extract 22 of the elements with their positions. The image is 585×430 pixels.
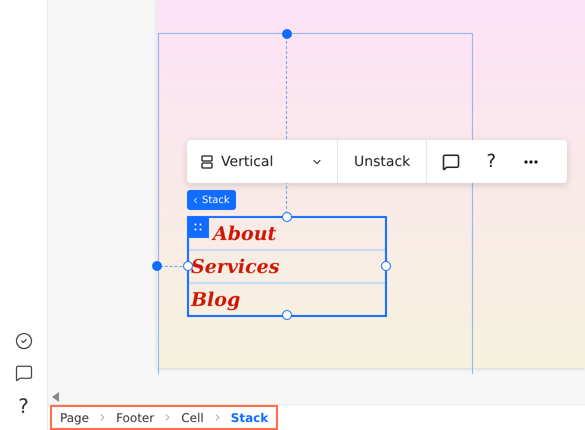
breadcrumb-link[interactable]: Footer xyxy=(116,410,154,424)
comment-icon[interactable] xyxy=(14,364,32,382)
scroll-left-icon[interactable] xyxy=(52,392,60,402)
drag-handle[interactable] xyxy=(187,216,209,238)
resize-handle[interactable] xyxy=(152,261,162,271)
layout-icon xyxy=(201,154,213,168)
breadcrumb-link[interactable]: Page xyxy=(60,410,90,424)
breadcrumb-link[interactable]: Cell xyxy=(181,410,204,424)
more-icon xyxy=(524,160,538,164)
stack-item: Services xyxy=(191,256,280,278)
help-icon[interactable]: ? xyxy=(18,396,29,416)
grip-icon xyxy=(194,223,202,231)
comment-icon xyxy=(442,152,460,170)
unstack-button[interactable]: Unstack xyxy=(338,154,426,170)
stack-item: Blog xyxy=(191,288,240,310)
chevron-icon xyxy=(191,196,200,204)
check-icon[interactable] xyxy=(14,332,32,350)
breadcrumb-link[interactable]: Stack xyxy=(230,410,268,424)
layout-dropdown[interactable]: Vertical xyxy=(187,154,337,170)
stack-item: About xyxy=(213,222,276,244)
help-button[interactable]: ? xyxy=(471,140,512,183)
stack-tag[interactable]: Stack xyxy=(187,190,236,210)
